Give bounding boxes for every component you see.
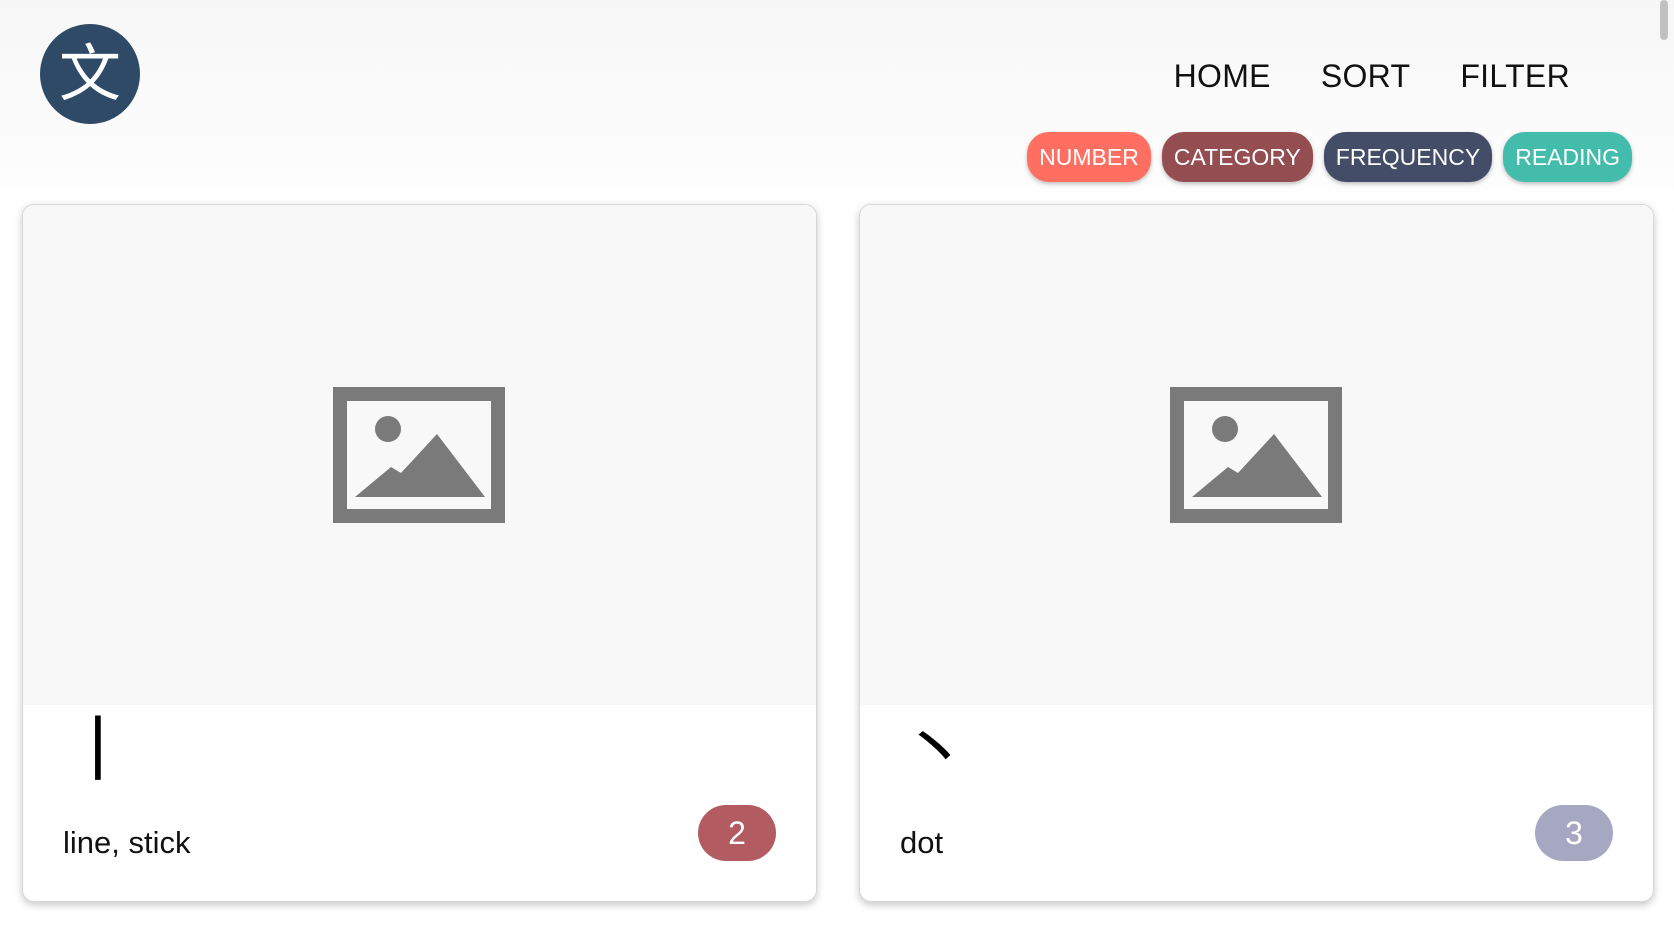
logo[interactable]: 文 bbox=[40, 24, 140, 124]
image-placeholder-icon bbox=[1170, 387, 1342, 523]
stroke-count-badge: 2 bbox=[698, 805, 776, 861]
radical-meaning: dot bbox=[900, 825, 944, 860]
image-placeholder-icon bbox=[333, 387, 505, 523]
sort-category-button[interactable]: CATEGORY bbox=[1161, 132, 1313, 182]
card-image-placeholder bbox=[860, 205, 1653, 705]
main-nav: HOME SORT FILTER bbox=[1174, 58, 1570, 95]
scrollbar-thumb[interactable] bbox=[1660, 0, 1668, 40]
card-image-placeholder bbox=[23, 205, 816, 705]
nav-filter-link[interactable]: FILTER bbox=[1460, 58, 1570, 95]
radical-meaning: line, stick bbox=[63, 825, 191, 860]
radical-card[interactable]: 丶 dot 3 bbox=[859, 204, 1654, 902]
nav-sort-link[interactable]: SORT bbox=[1321, 58, 1411, 95]
radical-character: 丶 bbox=[900, 709, 970, 791]
radical-character: 丨 bbox=[63, 709, 133, 791]
sort-reading-button[interactable]: READING bbox=[1503, 132, 1632, 182]
page: 文 HOME SORT FILTER NUMBER CATEGORY FREQU… bbox=[0, 0, 1674, 926]
sort-number-button[interactable]: NUMBER bbox=[1027, 132, 1151, 182]
sort-frequency-button[interactable]: FREQUENCY bbox=[1323, 132, 1493, 182]
stroke-count-badge: 3 bbox=[1535, 805, 1613, 861]
card-grid: 丨 line, stick 2 丶 dot 3 bbox=[22, 204, 1654, 902]
logo-char: 文 bbox=[58, 37, 121, 110]
radical-card[interactable]: 丨 line, stick 2 bbox=[22, 204, 817, 902]
nav-home-link[interactable]: HOME bbox=[1174, 58, 1271, 95]
sort-options: NUMBER CATEGORY FREQUENCY READING bbox=[1027, 132, 1632, 182]
